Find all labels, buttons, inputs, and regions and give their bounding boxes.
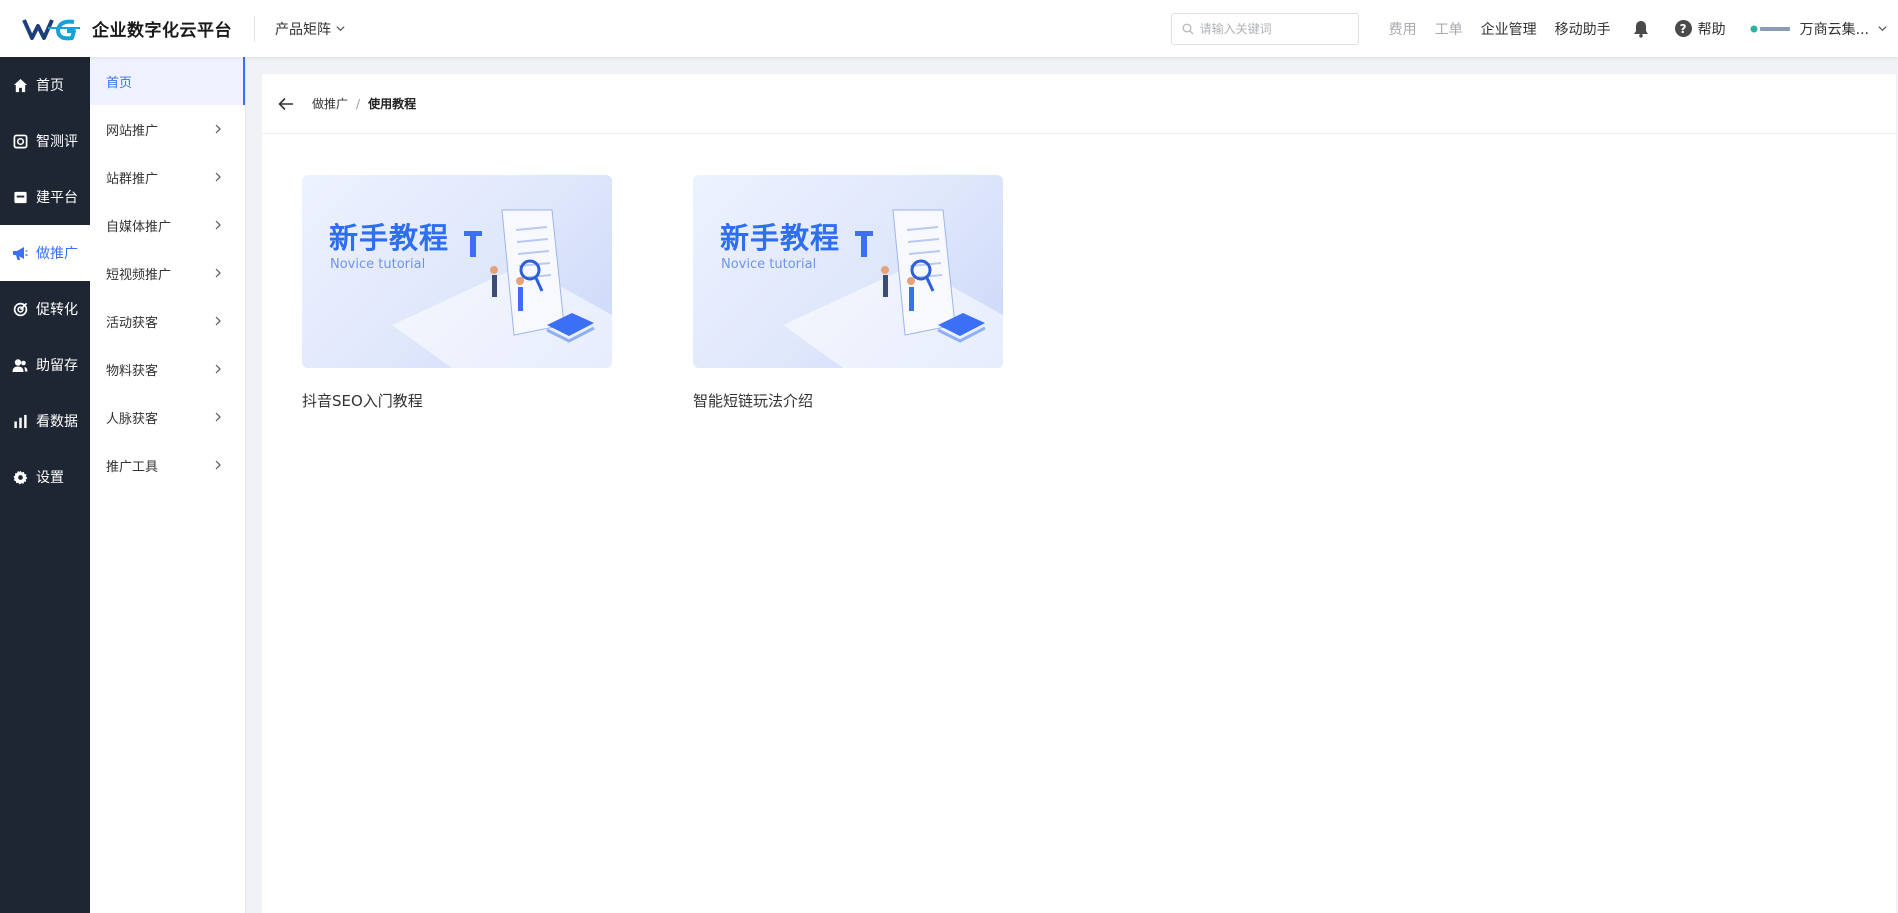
nav-item-evaluate[interactable]: 智测评 <box>0 113 90 169</box>
tutorial-card-title[interactable]: 抖音SEO入门教程 <box>302 390 612 411</box>
subnav-item-event-acquisition[interactable]: 活动获客 <box>90 297 245 345</box>
breadcrumb-bar: 做推广 / 使用教程 <box>262 74 1896 134</box>
nav-item-label: 设置 <box>36 470 64 486</box>
banner-title: 新手教程 <box>329 221 450 255</box>
nav-item-retention[interactable]: 助留存 <box>0 337 90 393</box>
product-matrix-dropdown[interactable]: 产品矩阵 <box>275 19 346 39</box>
tutorial-card-list: 新手教程 Novice tutorial 抖音SEO入门教程 新手教程 Novi… <box>302 175 1084 411</box>
breadcrumb-parent[interactable]: 做推广 <box>312 95 348 112</box>
nav-item-conversion[interactable]: 促转化 <box>0 281 90 337</box>
tutorial-banner: 新手教程 Novice tutorial <box>693 175 1003 368</box>
subnav-item-label: 活动获客 <box>106 315 159 331</box>
tutorial-card[interactable]: 新手教程 Novice tutorial 智能短链玩法介绍 <box>693 175 1003 411</box>
subnav-item-home[interactable]: 首页 <box>90 57 245 105</box>
header-divider <box>254 15 255 42</box>
subnav-item-label: 首页 <box>106 75 133 91</box>
app-title: 企业数字化云平台 <box>92 21 232 41</box>
breadcrumb-separator: / <box>356 96 361 111</box>
logo-mark-icon <box>22 18 80 40</box>
top-header: 企业数字化云平台 产品矩阵 费用 工单 企业管理 移动助手 ? 帮助 万商云集.… <box>0 0 1898 57</box>
nav-item-label: 建平台 <box>36 190 78 206</box>
subnav-item-website-promotion[interactable]: 网站推广 <box>90 105 245 153</box>
help-icon: ? <box>1674 20 1692 37</box>
breadcrumb: 做推广 / 使用教程 <box>312 95 416 112</box>
subnav-item-promotion-tools[interactable]: 推广工具 <box>90 441 245 489</box>
nav-item-label: 助留存 <box>36 358 78 374</box>
brand-logo[interactable]: 企业数字化云平台 <box>22 16 232 42</box>
chevron-right-icon <box>215 412 221 422</box>
help-button[interactable]: ? 帮助 <box>1674 19 1726 39</box>
tutorial-banner: 新手教程 Novice tutorial <box>302 175 612 368</box>
home-icon <box>12 77 28 93</box>
search-icon <box>1182 23 1194 34</box>
subnav-item-label: 短视频推广 <box>106 267 172 283</box>
company-switcher[interactable]: 万商云集... <box>1750 19 1888 39</box>
nav-item-label: 促转化 <box>36 302 78 318</box>
evaluate-icon <box>12 133 28 149</box>
nav-item-platform[interactable]: 建平台 <box>0 169 90 225</box>
nav-item-settings[interactable]: 设置 <box>0 449 90 505</box>
subnav-item-label: 站群推广 <box>106 171 159 187</box>
nav-item-label: 看数据 <box>36 414 78 430</box>
search-box[interactable] <box>1170 12 1359 45</box>
breadcrumb-current: 使用教程 <box>368 97 417 111</box>
target-icon <box>12 301 28 317</box>
banner-subtitle: Novice tutorial <box>330 257 426 272</box>
chevron-right-icon <box>215 460 221 470</box>
nav-item-data[interactable]: 看数据 <box>0 393 90 449</box>
subnav-item-self-media-promotion[interactable]: 自媒体推广 <box>90 201 245 249</box>
header-link-enterprise-management[interactable]: 企业管理 <box>1481 19 1537 39</box>
header-link-mobile-assistant[interactable]: 移动助手 <box>1555 19 1611 39</box>
chart-icon <box>12 413 28 429</box>
banner-subtitle: Novice tutorial <box>721 257 817 272</box>
banner-title: 新手教程 <box>720 221 841 255</box>
chevron-down-icon <box>1878 26 1887 32</box>
nav-item-label: 首页 <box>36 78 64 94</box>
subnav-item-short-video-promotion[interactable]: 短视频推广 <box>90 249 245 297</box>
chevron-right-icon <box>215 316 221 326</box>
subnav-item-label: 推广工具 <box>106 459 159 475</box>
search-input[interactable] <box>1199 21 1350 36</box>
header-link-tickets[interactable]: 工单 <box>1435 19 1463 39</box>
company-logo-icon <box>1750 25 1790 32</box>
subnav-item-label: 网站推广 <box>106 123 159 139</box>
product-matrix-label: 产品矩阵 <box>275 21 331 38</box>
subnav-item-material-acquisition[interactable]: 物料获客 <box>90 345 245 393</box>
platform-icon <box>12 189 28 205</box>
company-name: 万商云集... <box>1799 21 1869 38</box>
megaphone-icon <box>12 245 28 261</box>
nav-item-label: 智测评 <box>36 134 78 150</box>
gear-icon <box>12 469 28 485</box>
primary-sidebar: 首页 智测评 建平台 做推广 促转化 助留存 看数据 设置 <box>0 57 90 913</box>
help-label: 帮助 <box>1697 21 1726 38</box>
chevron-right-icon <box>215 124 221 134</box>
users-icon <box>12 357 28 373</box>
tutorial-card[interactable]: 新手教程 Novice tutorial 抖音SEO入门教程 <box>302 175 612 411</box>
subnav-item-label: 物料获客 <box>106 363 159 379</box>
chevron-down-icon <box>336 26 345 32</box>
tutorial-card-title[interactable]: 智能短链玩法介绍 <box>693 390 1003 411</box>
nav-item-label: 做推广 <box>36 246 78 262</box>
header-link-fees[interactable]: 费用 <box>1389 19 1417 39</box>
chevron-right-icon <box>215 364 221 374</box>
nav-item-promotion[interactable]: 做推广 <box>0 225 90 281</box>
main-content: 做推广 / 使用教程 新手教程 Novice tutorial 抖音SEO入门教… <box>262 74 1896 913</box>
subnav-item-label: 人脉获客 <box>106 411 159 427</box>
nav-item-home[interactable]: 首页 <box>0 57 90 113</box>
subnav-item-label: 自媒体推广 <box>106 219 172 235</box>
secondary-sidebar: 首页 网站推广 站群推广 自媒体推广 短视频推广 活动获客 物料获客 人脉获客 … <box>90 57 246 913</box>
back-arrow-icon[interactable] <box>278 97 294 111</box>
subnav-item-network-acquisition[interactable]: 人脉获客 <box>90 393 245 441</box>
chevron-right-icon <box>215 268 221 278</box>
notification-bell-icon[interactable] <box>1633 20 1649 38</box>
subnav-item-site-group-promotion[interactable]: 站群推广 <box>90 153 245 201</box>
chevron-right-icon <box>215 172 221 182</box>
chevron-right-icon <box>215 220 221 230</box>
